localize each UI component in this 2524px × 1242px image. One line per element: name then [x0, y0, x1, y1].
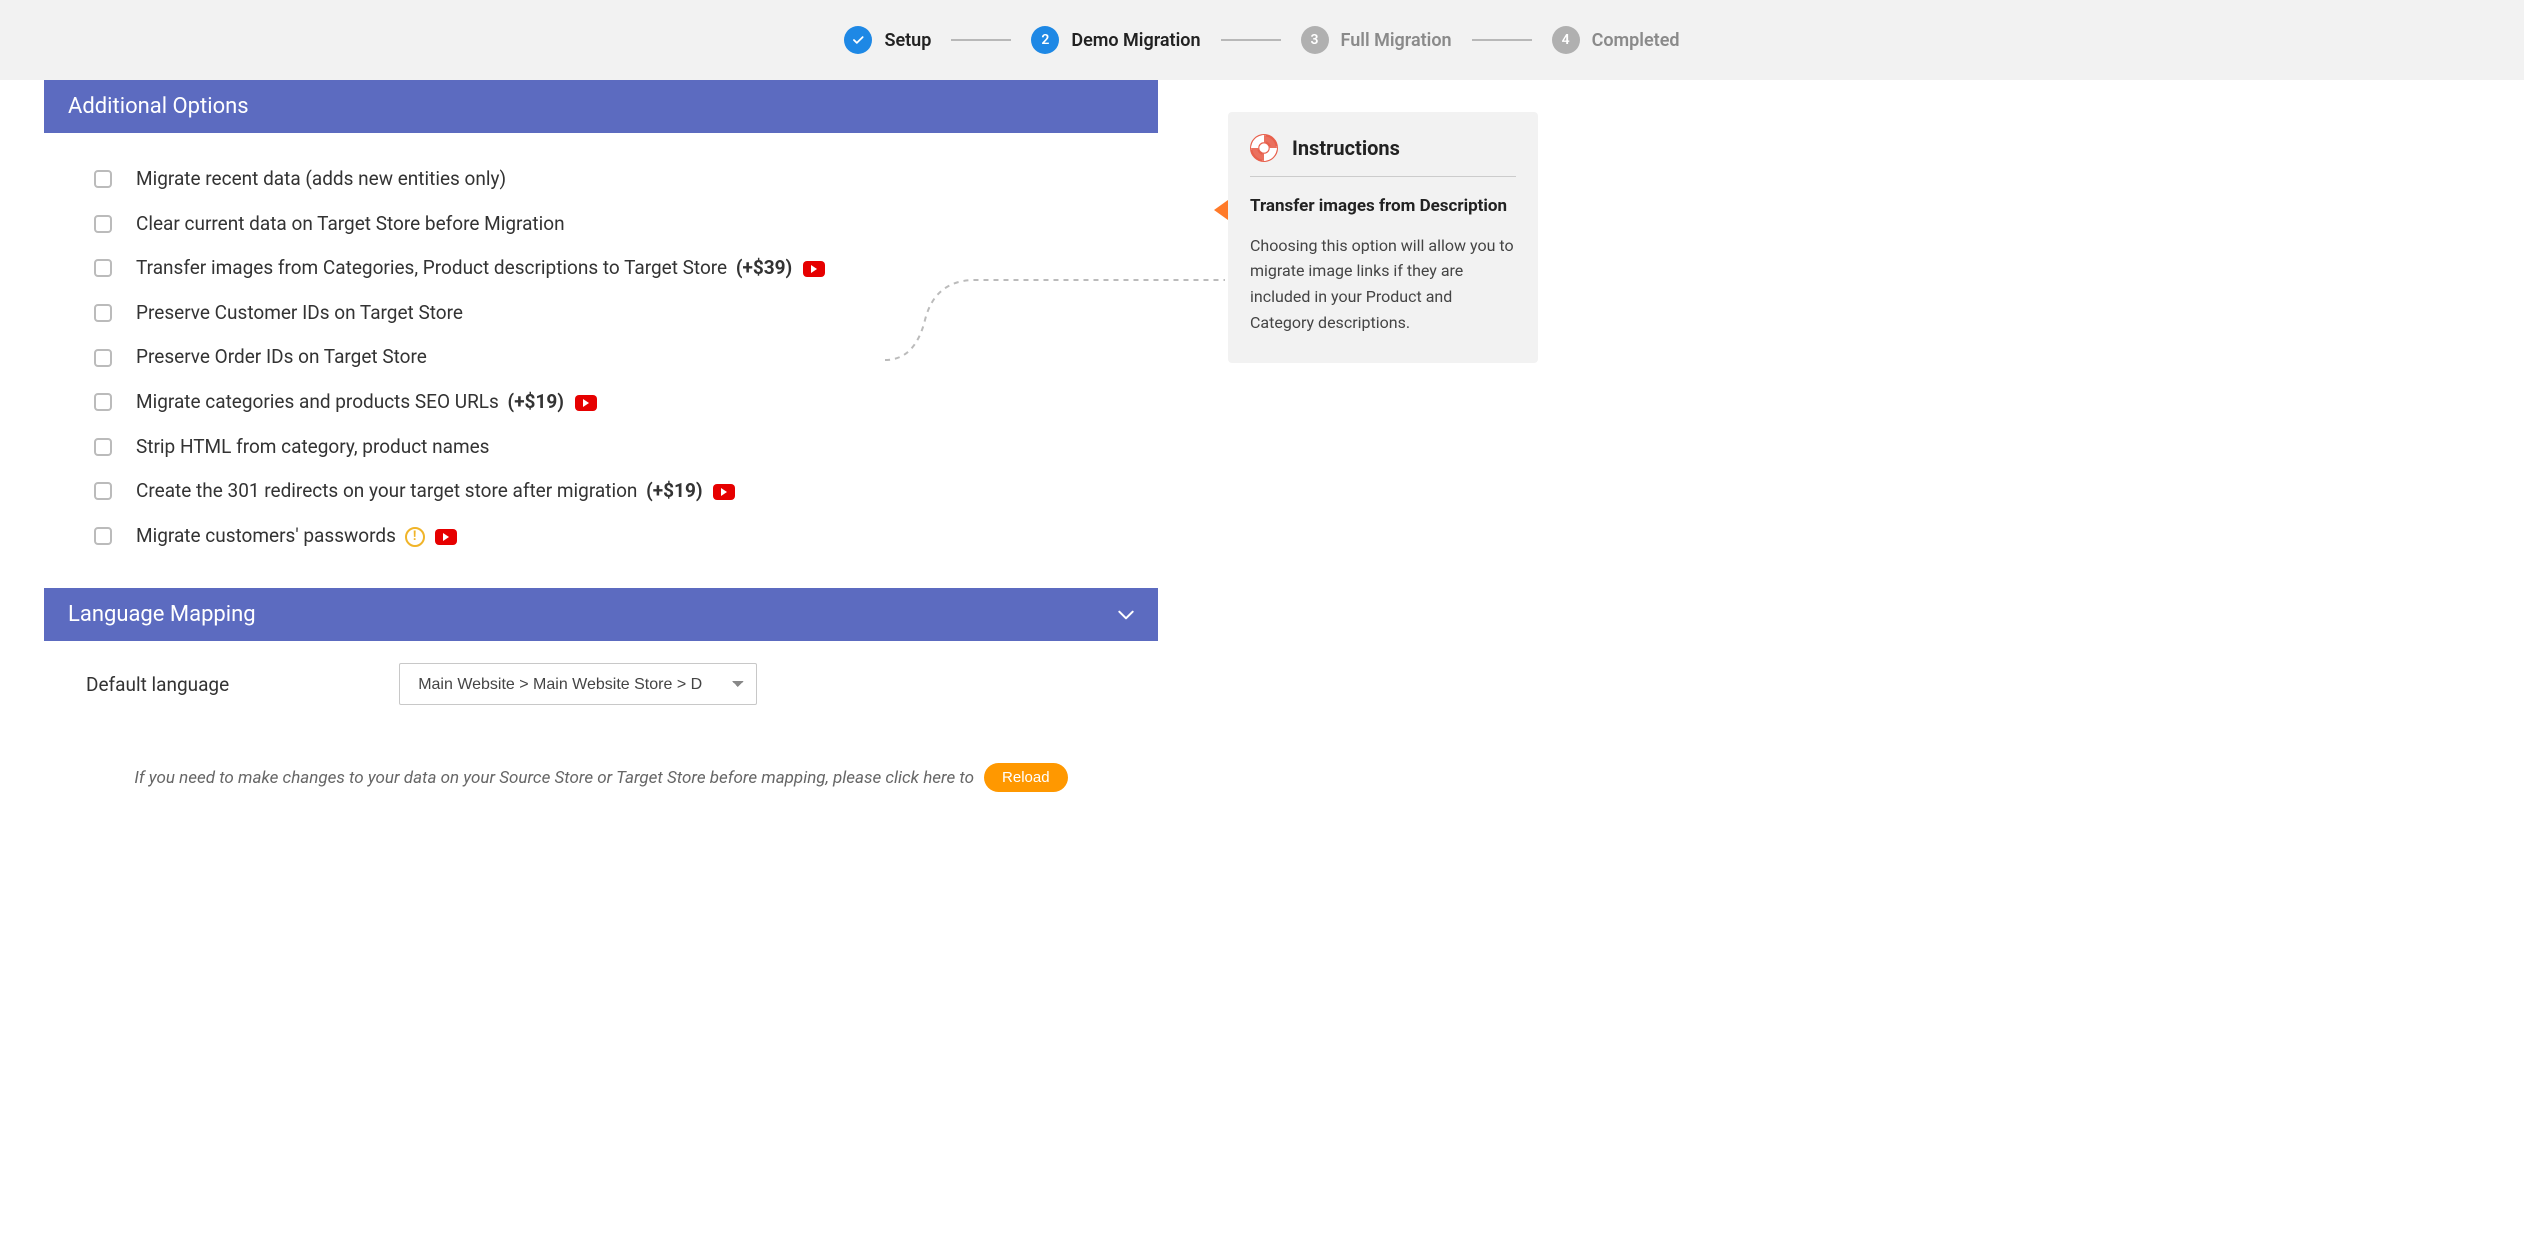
- option-label[interactable]: Transfer images from Categories, Product…: [136, 255, 825, 282]
- lifebuoy-icon: [1250, 134, 1278, 162]
- section-title: Additional Options: [68, 94, 249, 119]
- option-label[interactable]: Migrate categories and products SEO URLs…: [136, 389, 597, 416]
- step-number: 2: [1031, 26, 1059, 54]
- pointer-arrow-icon: [1214, 200, 1228, 220]
- instructions-sidebar: Instructions Transfer images from Descri…: [1228, 112, 1538, 792]
- option-price: (+$39): [731, 256, 792, 279]
- option-row: Migrate recent data (adds new entities o…: [94, 157, 1158, 202]
- youtube-icon[interactable]: [803, 261, 825, 277]
- option-row: Preserve Order IDs on Target Store: [94, 335, 1158, 380]
- reload-button[interactable]: Reload: [984, 763, 1068, 792]
- option-checkbox[interactable]: [94, 170, 112, 188]
- step-demo-migration[interactable]: 2 Demo Migration: [1031, 26, 1200, 54]
- instructions-title: Instructions: [1292, 136, 1400, 160]
- instructions-card: Instructions Transfer images from Descri…: [1228, 112, 1538, 363]
- stepper: Setup 2 Demo Migration 3 Full Migration …: [0, 0, 2524, 80]
- step-number: 3: [1301, 26, 1329, 54]
- option-checkbox[interactable]: [94, 393, 112, 411]
- option-row: Strip HTML from category, product names: [94, 425, 1158, 470]
- option-row: Clear current data on Target Store befor…: [94, 202, 1158, 247]
- step-divider: [951, 39, 1011, 41]
- option-checkbox[interactable]: [94, 482, 112, 500]
- step-completed[interactable]: 4 Completed: [1552, 26, 1680, 54]
- warning-icon[interactable]: !: [405, 527, 425, 547]
- step-setup[interactable]: Setup: [844, 26, 931, 54]
- instructions-card-title: Transfer images from Description: [1250, 195, 1516, 219]
- youtube-icon[interactable]: [435, 529, 457, 545]
- option-label[interactable]: Create the 301 redirects on your target …: [136, 478, 735, 505]
- option-price: (+$19): [503, 390, 564, 413]
- option-label[interactable]: Strip HTML from category, product names: [136, 434, 490, 461]
- instructions-card-body: Choosing this option will allow you to m…: [1250, 233, 1516, 335]
- youtube-icon[interactable]: [713, 484, 735, 500]
- option-label[interactable]: Clear current data on Target Store befor…: [136, 211, 565, 238]
- step-number: 4: [1552, 26, 1580, 54]
- option-checkbox[interactable]: [94, 438, 112, 456]
- mapping-note-text: If you need to make changes to your data…: [134, 768, 974, 788]
- option-row: Preserve Customer IDs on Target Store: [94, 291, 1158, 336]
- step-divider: [1472, 39, 1532, 41]
- step-full-migration[interactable]: 3 Full Migration: [1301, 26, 1452, 54]
- option-price: (+$19): [641, 479, 702, 502]
- option-label[interactable]: Migrate recent data (adds new entities o…: [136, 166, 506, 193]
- additional-options-list: Migrate recent data (adds new entities o…: [44, 133, 1158, 588]
- default-language-select[interactable]: Main Website > Main Website Store > D: [399, 663, 757, 705]
- mapping-note: If you need to make changes to your data…: [44, 763, 1158, 792]
- section-title: Language Mapping: [68, 602, 256, 627]
- youtube-icon[interactable]: [575, 395, 597, 411]
- default-language-row: Default language Main Website > Main Web…: [86, 663, 1116, 705]
- option-row: Transfer images from Categories, Product…: [94, 246, 1158, 291]
- default-language-label: Default language: [86, 673, 229, 696]
- check-icon: [844, 26, 872, 54]
- option-checkbox[interactable]: [94, 527, 112, 545]
- option-checkbox[interactable]: [94, 215, 112, 233]
- option-row: Create the 301 redirects on your target …: [94, 469, 1158, 514]
- option-row: Migrate customers' passwords !: [94, 514, 1158, 559]
- step-label: Full Migration: [1341, 30, 1452, 51]
- step-divider: [1221, 39, 1281, 41]
- language-mapping-header[interactable]: Language Mapping: [44, 588, 1158, 641]
- option-label[interactable]: Preserve Customer IDs on Target Store: [136, 300, 463, 327]
- option-checkbox[interactable]: [94, 349, 112, 367]
- option-checkbox[interactable]: [94, 304, 112, 322]
- additional-options-header[interactable]: Additional Options: [44, 80, 1158, 133]
- step-label: Completed: [1592, 30, 1680, 51]
- chevron-down-icon: [1118, 610, 1134, 620]
- option-checkbox[interactable]: [94, 259, 112, 277]
- option-row: Migrate categories and products SEO URLs…: [94, 380, 1158, 425]
- option-label[interactable]: Preserve Order IDs on Target Store: [136, 344, 427, 371]
- step-label: Setup: [884, 30, 931, 51]
- option-label[interactable]: Migrate customers' passwords !: [136, 523, 457, 550]
- step-label: Demo Migration: [1071, 30, 1200, 51]
